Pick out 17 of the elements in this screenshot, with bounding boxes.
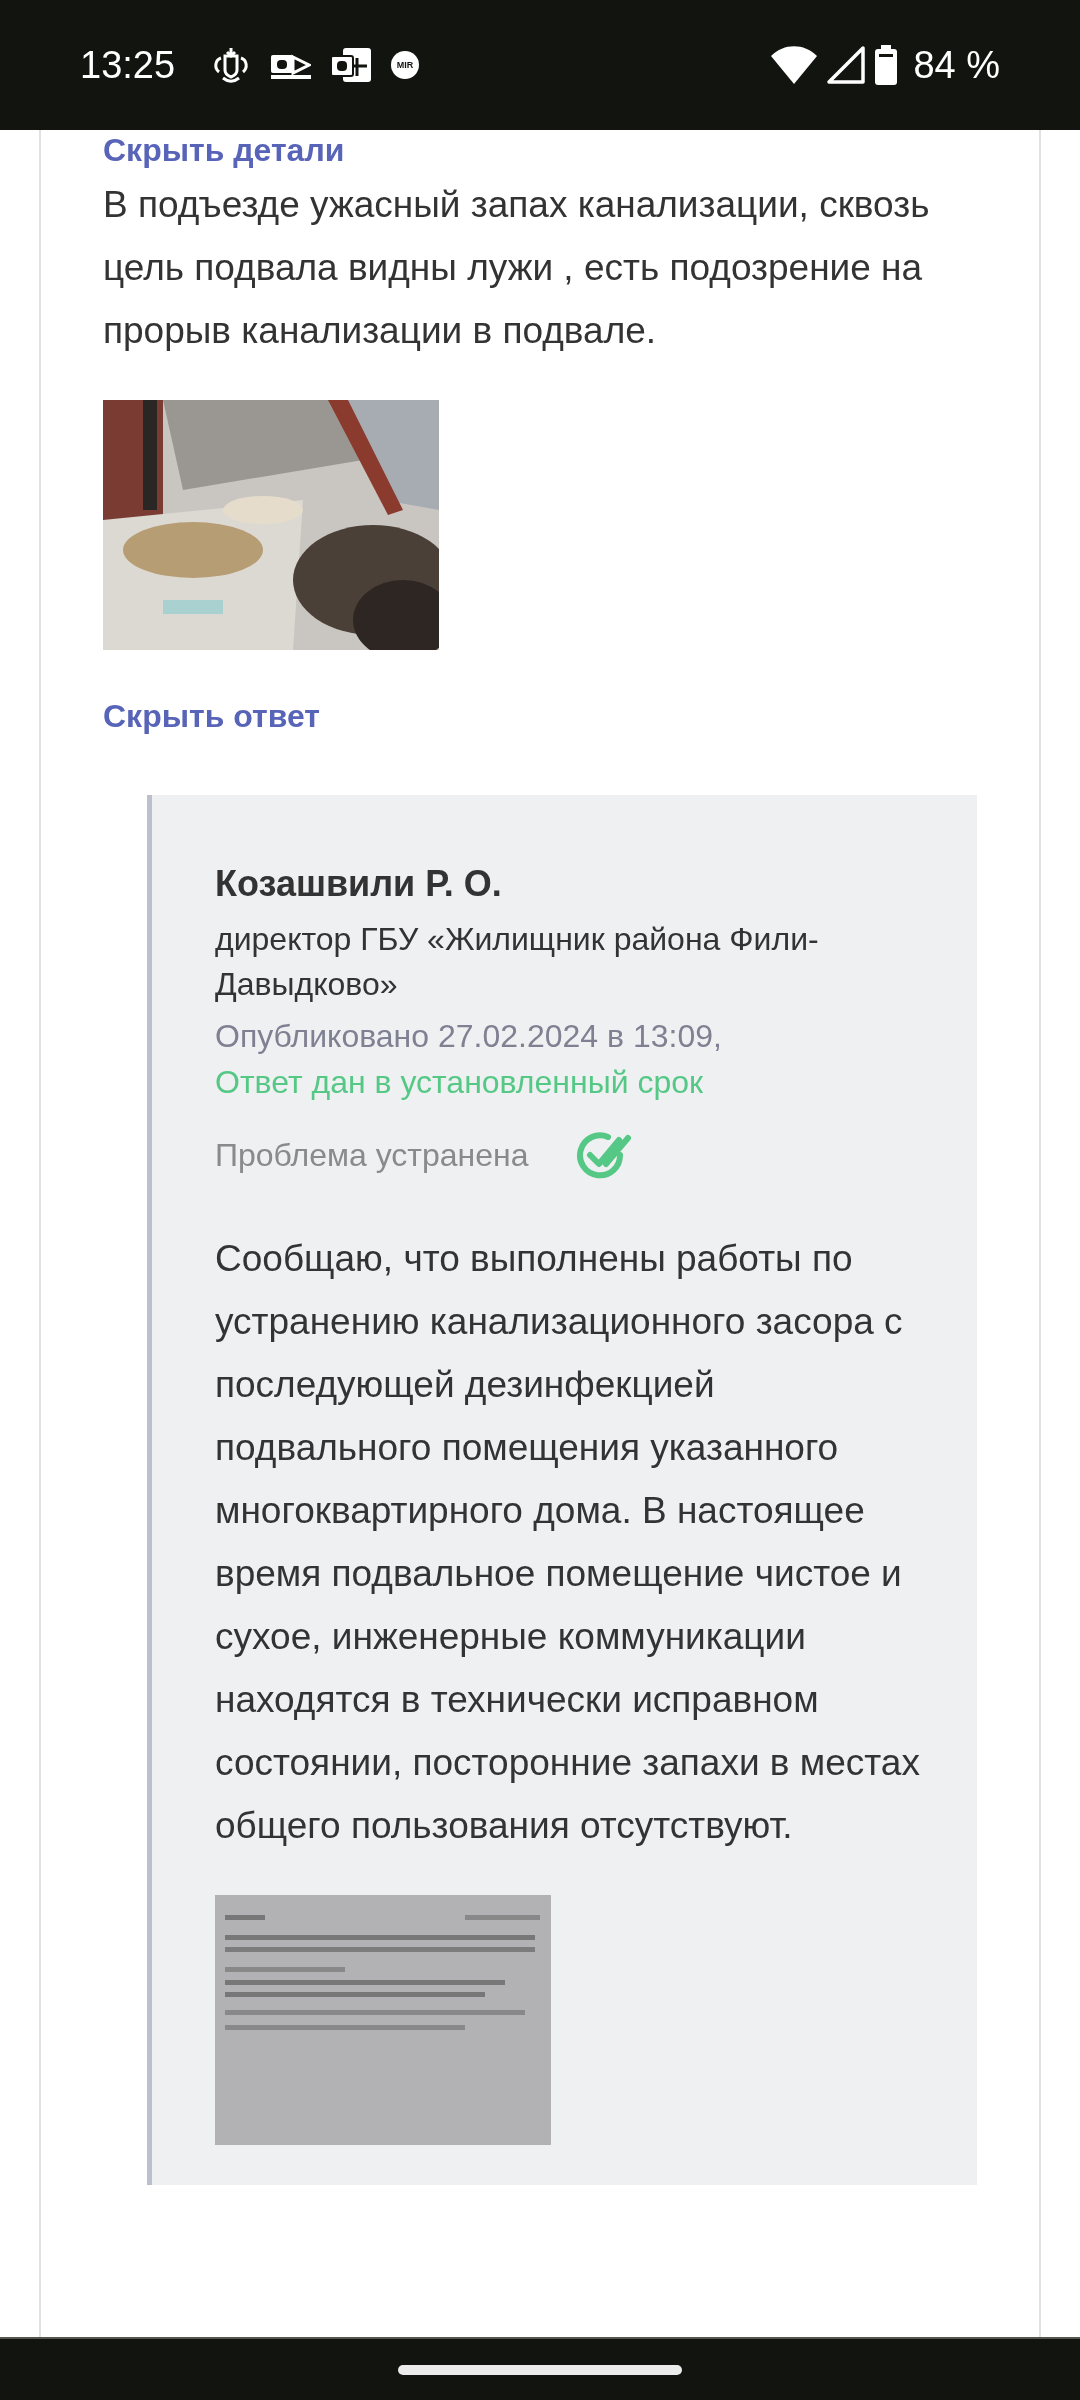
clock: 13:25	[80, 43, 176, 87]
battery-icon	[875, 45, 898, 85]
home-handle[interactable]	[398, 2364, 682, 2375]
author-position: директор ГБУ «Жилищник района Фили-Давыдково»	[215, 920, 820, 1004]
hide-answer-link[interactable]: Скрыть ответ	[103, 698, 320, 735]
office-icon	[331, 48, 372, 82]
author-name: Козашвили Р. О.	[215, 863, 503, 905]
wifi-icon	[771, 46, 818, 84]
mir-badge: MIR	[391, 51, 420, 79]
report-description: В подъезде ужасный запах канализации, сквозь цель подвала видны лужи , есть подозрение на прорыв канализации в подвале.	[103, 183, 931, 353]
hide-details-link[interactable]: Скрыть детали	[103, 132, 345, 169]
publish-date: Опубликовано 27.02.2024 в 13:09,	[215, 1017, 723, 1056]
battery-percentage: 84 %	[913, 43, 1000, 87]
deadline-note: Ответ дан в установленный срок	[215, 1063, 705, 1102]
status-label: Проблема устранена	[215, 1136, 529, 1174]
signal-icon	[827, 46, 866, 84]
answer-text: Сообщаю, что выполнены работы по устранению канализационного засора с последующей дезинфекцией подвального помещения указанного многоквартирного дома. В настоящее время подвальное помещение чистое и сухое, инженерные коммуникации находятся в технически исправном состоянии, посторонние запахи в местах общего пользования отсутствуют.	[215, 1237, 921, 1848]
